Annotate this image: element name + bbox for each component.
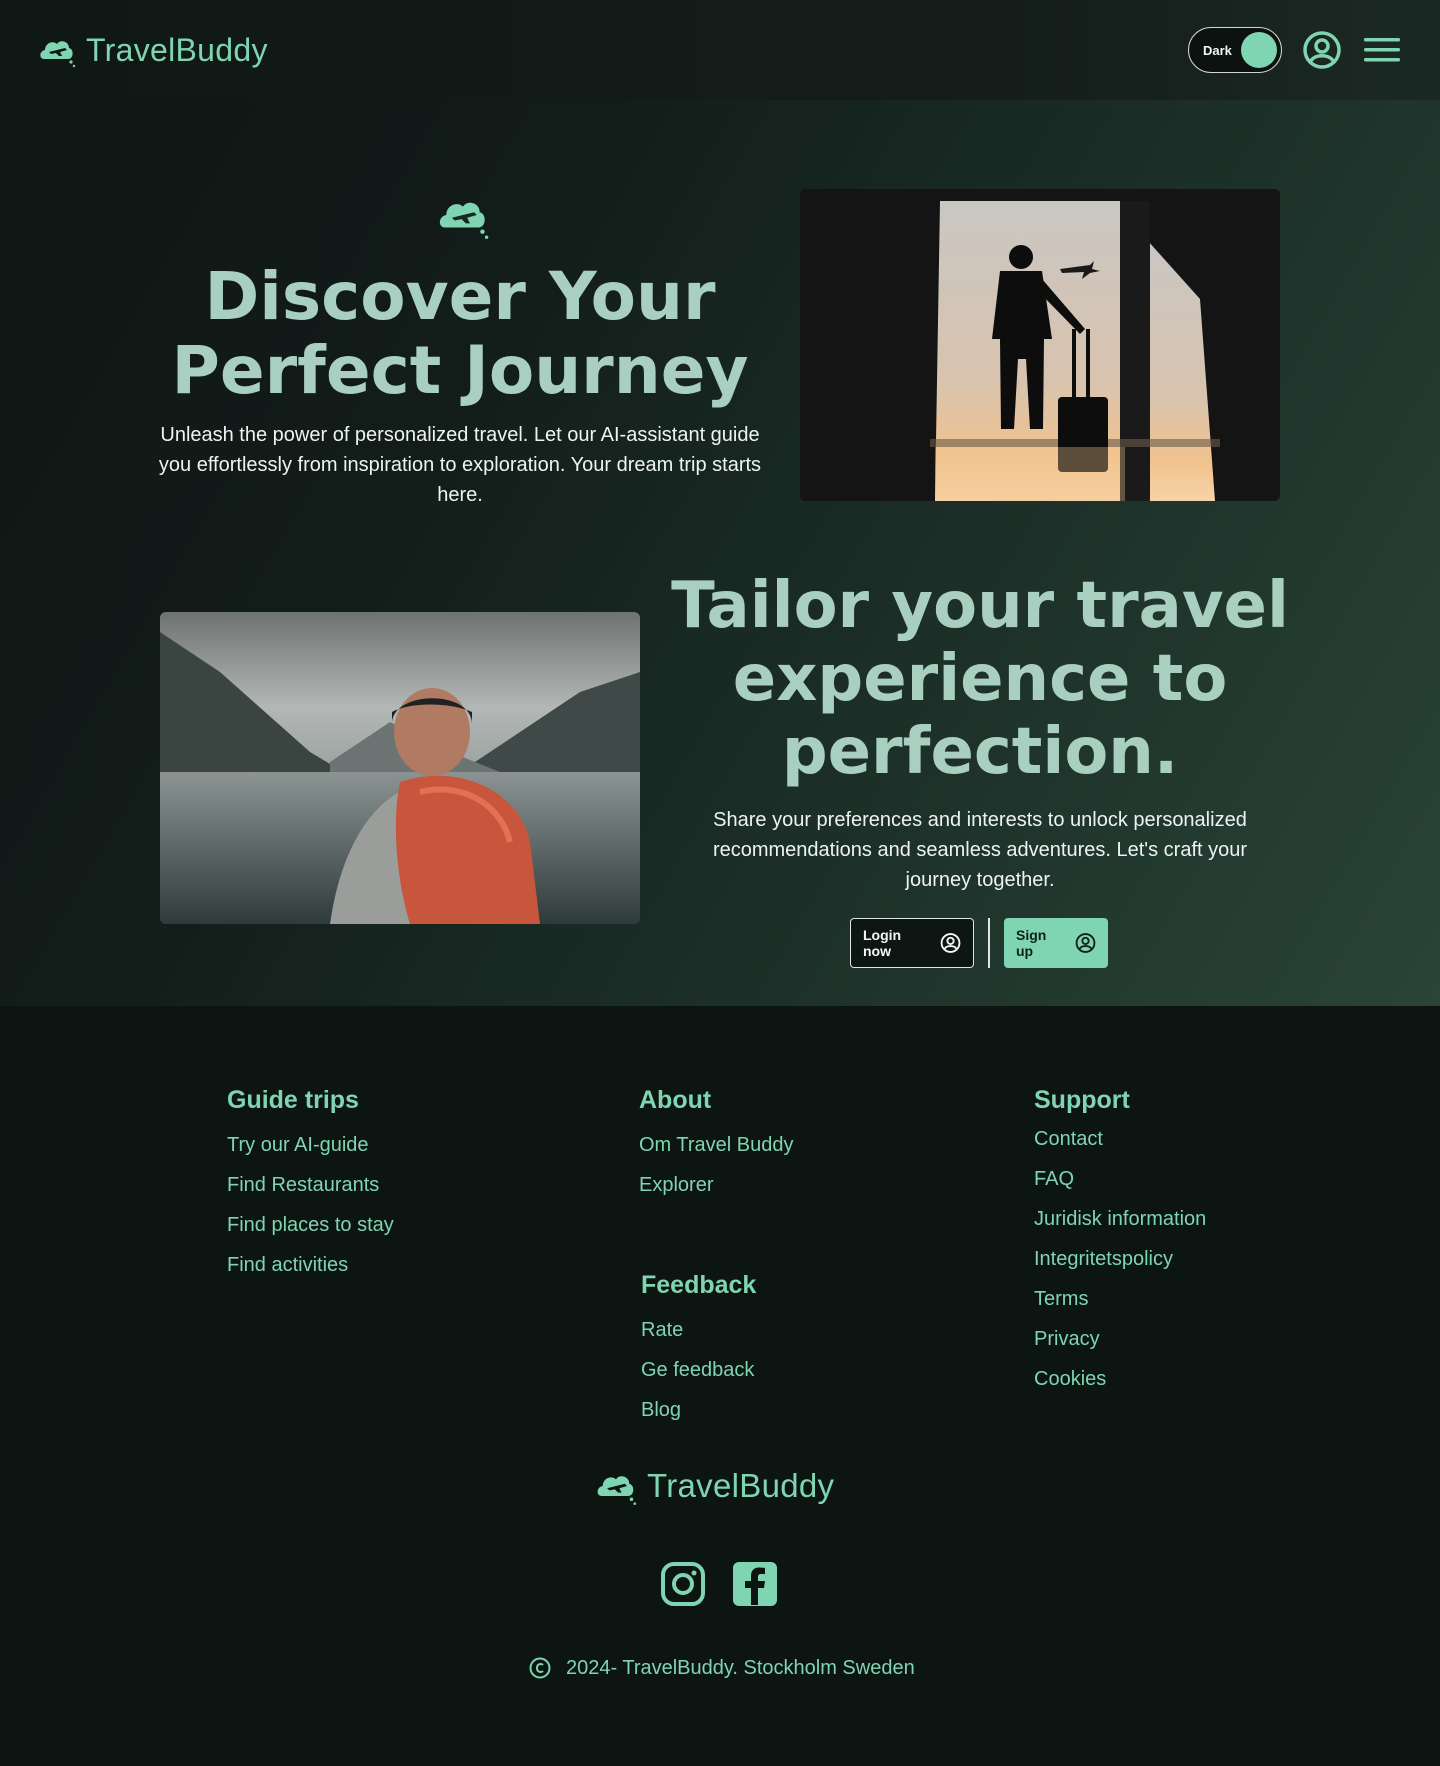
cta-divider bbox=[988, 918, 990, 968]
footer-heading-feedback: Feedback bbox=[641, 1271, 757, 1299]
footer-link-juridisk-information[interactable]: Juridisk information bbox=[1034, 1207, 1206, 1231]
footer-heading-guide-trips: Guide trips bbox=[227, 1086, 359, 1114]
footer-link-rate[interactable]: Rate bbox=[641, 1318, 756, 1342]
footer-link-ge-feedback[interactable]: Ge feedback bbox=[641, 1358, 756, 1382]
footer-brand-name: TravelBuddy bbox=[647, 1467, 835, 1504]
navbar: TravelBuddy Dark bbox=[0, 0, 1440, 100]
footer-link-terms[interactable]: Terms bbox=[1034, 1287, 1206, 1311]
traveler-silhouette-photo bbox=[800, 189, 1280, 501]
user-circle-icon[interactable] bbox=[1302, 30, 1342, 70]
login-button[interactable]: Login now bbox=[850, 918, 974, 968]
nav-actions: Dark bbox=[1188, 27, 1402, 73]
signup-button-label: Sign up bbox=[1016, 927, 1047, 959]
footer-link-faq[interactable]: FAQ bbox=[1034, 1167, 1206, 1191]
footer-col-support: Support Contact FAQ Juridisk information… bbox=[1034, 1086, 1206, 1407]
tailor-description: Share your preferences and interests to … bbox=[712, 809, 1248, 891]
footer: Guide trips Try our AI-guide Find Restau… bbox=[0, 1006, 1440, 1766]
cta-group: Login now Sign up bbox=[850, 918, 1108, 968]
user-circle-icon bbox=[940, 933, 961, 953]
hero-title: Discover Your Perfect Journey bbox=[171, 258, 749, 409]
copyright: 2024- TravelBuddy. Stockholm Sweden bbox=[528, 1656, 915, 1680]
footer-col-about: About Om Travel Buddy Explorer bbox=[639, 1086, 794, 1213]
footer-link-om-travel-buddy[interactable]: Om Travel Buddy bbox=[639, 1133, 794, 1157]
facebook-icon[interactable] bbox=[732, 1561, 778, 1607]
signup-button[interactable]: Sign up bbox=[1004, 918, 1108, 968]
footer-col-guide-trips: Guide trips Try our AI-guide Find Restau… bbox=[227, 1086, 394, 1293]
footer-heading-about: About bbox=[639, 1086, 712, 1114]
footer-link-restaurants[interactable]: Find Restaurants bbox=[227, 1173, 394, 1197]
footer-col-feedback: Feedback Rate Ge feedback Blog bbox=[641, 1271, 756, 1438]
theme-toggle-label: Dark bbox=[1203, 42, 1232, 58]
footer-link-blog[interactable]: Blog bbox=[641, 1398, 756, 1422]
social-links bbox=[660, 1561, 778, 1607]
cloud-plane-logo-icon bbox=[597, 1476, 637, 1506]
footer-link-integritetspolicy[interactable]: Integritetspolicy bbox=[1034, 1247, 1206, 1271]
copyright-icon bbox=[529, 1657, 551, 1679]
cloud-plane-logo-icon bbox=[40, 41, 76, 68]
footer-link-activities[interactable]: Find activities bbox=[227, 1253, 394, 1277]
brand-name: TravelBuddy bbox=[86, 31, 268, 68]
footer-brand-logo-link[interactable]: TravelBuddy bbox=[595, 1466, 834, 1506]
hero-section: Discover Your Perfect Journey Unleash th… bbox=[0, 100, 1440, 1006]
hero-description: Unleash the power of personalized travel… bbox=[158, 424, 762, 506]
theme-toggle[interactable]: Dark bbox=[1188, 27, 1282, 73]
copyright-text: 2024- TravelBuddy. Stockholm Sweden bbox=[566, 1656, 915, 1679]
hamburger-menu-icon[interactable] bbox=[1362, 35, 1402, 65]
cloud-plane-logo-icon bbox=[439, 202, 489, 239]
footer-link-cookies[interactable]: Cookies bbox=[1034, 1367, 1206, 1391]
instagram-icon[interactable] bbox=[660, 1561, 706, 1607]
footer-heading-support: Support bbox=[1034, 1086, 1130, 1114]
footer-link-privacy[interactable]: Privacy bbox=[1034, 1327, 1206, 1351]
hiker-lake-photo bbox=[160, 612, 640, 924]
footer-link-ai-guide[interactable]: Try our AI-guide bbox=[227, 1133, 394, 1157]
footer-link-places-to-stay[interactable]: Find places to stay bbox=[227, 1213, 394, 1237]
tailor-title: Tailor your travel experience to perfect… bbox=[671, 569, 1289, 789]
footer-link-explorer[interactable]: Explorer bbox=[639, 1173, 794, 1197]
theme-toggle-knob bbox=[1241, 32, 1277, 68]
brand-logo-link[interactable]: TravelBuddy bbox=[38, 32, 268, 69]
user-circle-icon bbox=[1075, 933, 1096, 953]
footer-link-contact[interactable]: Contact bbox=[1034, 1127, 1206, 1151]
login-button-label: Login now bbox=[863, 927, 902, 959]
